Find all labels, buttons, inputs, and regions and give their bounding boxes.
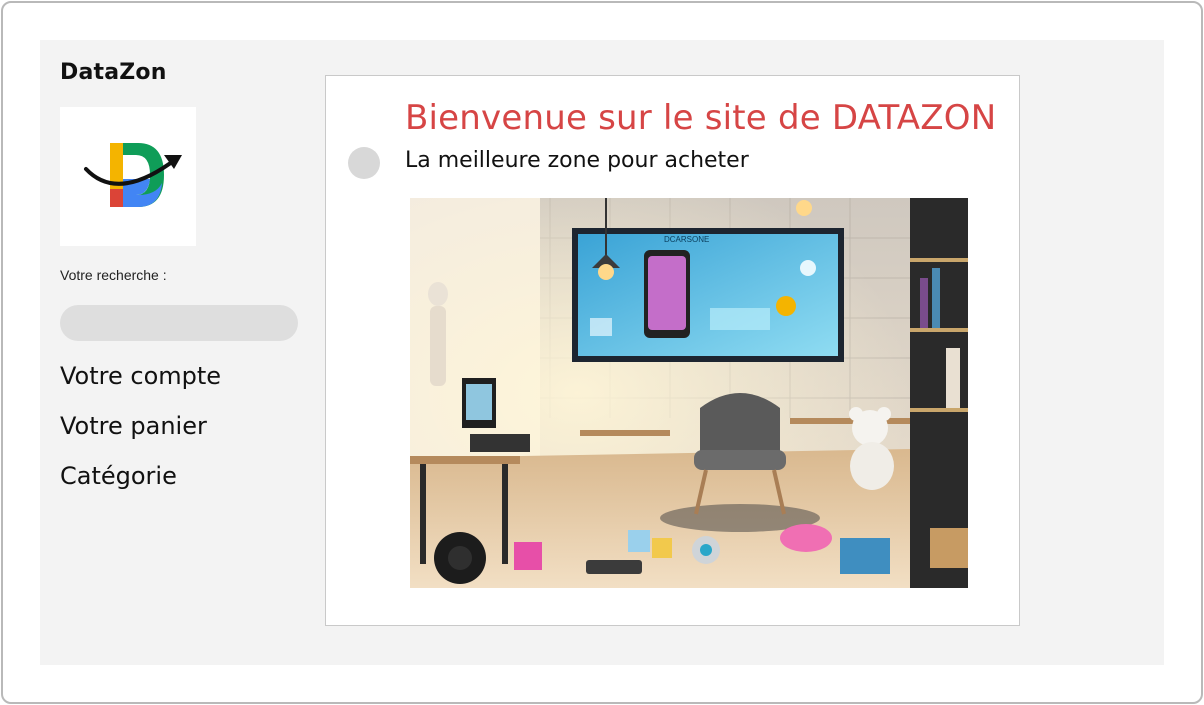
page-subtitle: La meilleure zone pour acheter [405,148,749,173]
circle-icon [348,147,380,179]
datazon-logo[interactable] [60,107,196,246]
nav-category-link[interactable]: Catégorie [60,462,177,490]
nav-account-link[interactable]: Votre compte [60,362,221,390]
search-label: Votre recherche : [60,267,167,283]
nav-cart-link[interactable]: Votre panier [60,412,207,440]
page-title: Bienvenue sur le site de DATAZON [405,98,997,138]
brand-name: DataZon [60,60,167,85]
store-showroom-image: DCARSONE [410,198,968,588]
svg-text:DCARSONE: DCARSONE [664,235,709,244]
hero-image: DCARSONE [410,198,968,588]
datazon-logo-icon [84,143,182,207]
search-input[interactable] [60,305,298,341]
